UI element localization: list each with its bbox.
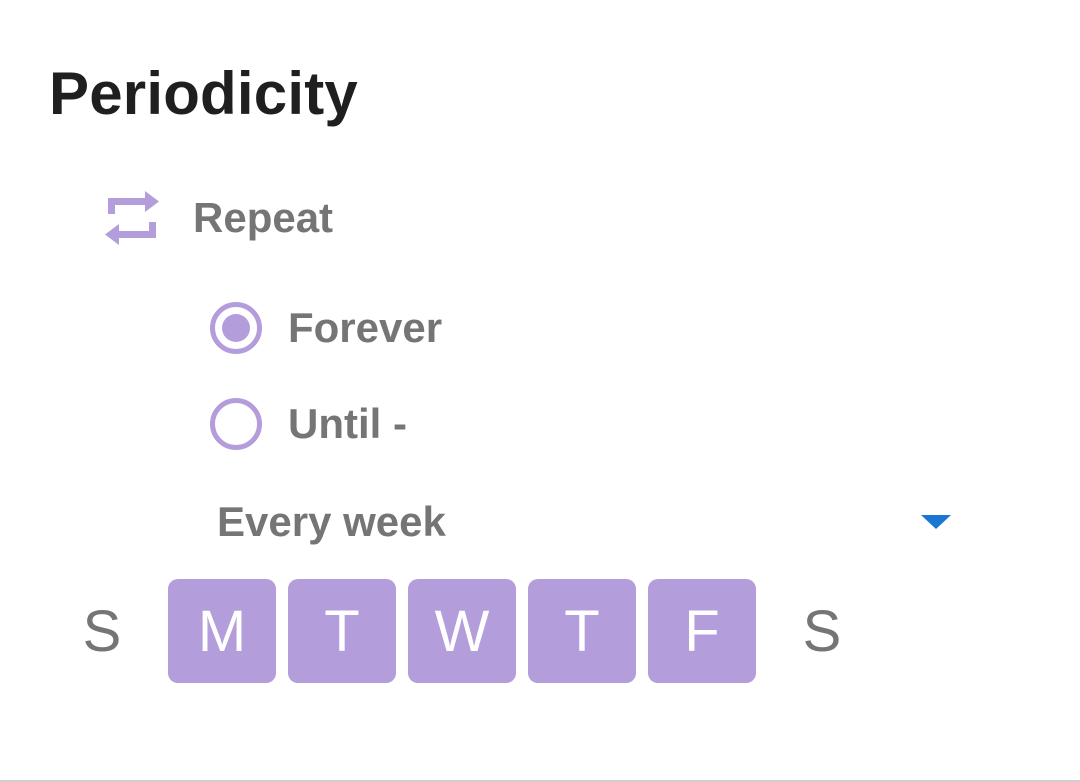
frequency-dropdown[interactable]: Every week bbox=[217, 492, 955, 552]
section-title: Periodicity bbox=[49, 60, 358, 127]
forever-label: Forever bbox=[288, 304, 443, 351]
weekday-selector: S M T W T F S bbox=[48, 579, 888, 683]
until-option[interactable]: Until - bbox=[210, 394, 407, 454]
day-wednesday[interactable]: W bbox=[408, 579, 516, 683]
day-tuesday[interactable]: T bbox=[288, 579, 396, 683]
day-sunday[interactable]: S bbox=[48, 579, 156, 683]
forever-radio[interactable] bbox=[210, 302, 262, 354]
dropdown-arrow-icon[interactable] bbox=[921, 515, 951, 529]
until-label: Until - bbox=[288, 400, 407, 447]
day-friday[interactable]: F bbox=[648, 579, 756, 683]
forever-option[interactable]: Forever bbox=[210, 298, 442, 358]
day-monday[interactable]: M bbox=[168, 579, 276, 683]
day-thursday[interactable]: T bbox=[528, 579, 636, 683]
frequency-value: Every week bbox=[217, 498, 446, 545]
day-saturday[interactable]: S bbox=[768, 579, 876, 683]
repeat-icon bbox=[105, 191, 159, 245]
periodicity-panel: Periodicity Repeat Forever Until - Every… bbox=[0, 0, 1080, 782]
until-radio[interactable] bbox=[210, 398, 262, 450]
repeat-row: Repeat bbox=[104, 188, 333, 248]
repeat-label: Repeat bbox=[193, 194, 334, 241]
